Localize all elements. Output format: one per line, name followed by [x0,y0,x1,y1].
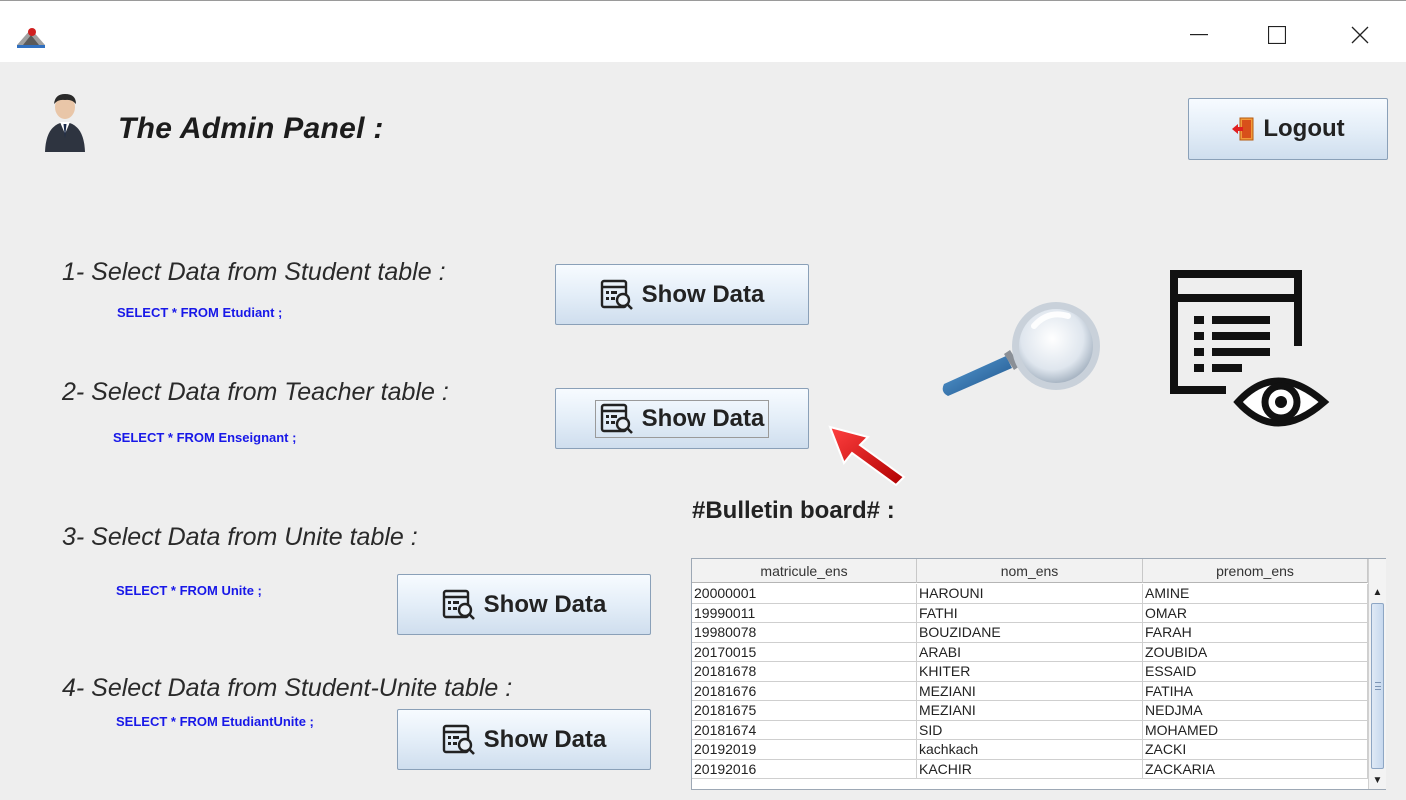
red-pointer-arrow-icon [828,425,906,487]
cell-nom: MEZIANI [917,701,1143,720]
bulletin-board-title: #Bulletin board# : [692,497,895,524]
title-bar [0,0,1406,62]
table-row[interactable]: 20192019 kachkach ZACKI [692,740,1368,760]
cell-matricule: 20000001 [692,584,917,603]
table-search-icon [442,589,475,620]
table-row[interactable]: 20181678 KHITER ESSAID [692,662,1368,682]
show-data-label: Show Data [483,725,607,753]
section-1-sql: SELECT * FROM Etudiant ; [117,305,283,320]
magnifier-icon [942,302,1100,396]
cell-nom: ARABI [917,642,1143,661]
cell-nom: FATHI [917,603,1143,622]
table-row[interactable]: 20181674 SID MOHAMED [692,720,1368,740]
cell-matricule: 20181675 [692,701,917,720]
cell-nom: HAROUNI [917,584,1143,603]
cell-matricule: 20181678 [692,662,917,681]
cell-prenom: MOHAMED [1143,720,1368,739]
column-header-matricule[interactable]: matricule_ens [692,559,917,583]
cell-matricule: 20192019 [692,740,917,759]
cell-matricule: 20181674 [692,720,917,739]
cell-matricule: 19980078 [692,623,917,642]
logout-button[interactable]: Logout [1188,98,1388,160]
table-row[interactable]: 20181675 MEZIANI NEDJMA [692,701,1368,721]
column-header-prenom[interactable]: prenom_ens [1143,559,1368,583]
cell-nom: SID [917,720,1143,739]
cell-prenom: NEDJMA [1143,701,1368,720]
table-row[interactable]: 19980078 BOUZIDANE FARAH [692,623,1368,643]
cell-matricule: 20170015 [692,642,917,661]
close-icon [1351,26,1369,44]
show-data-label: Show Data [641,404,765,432]
cell-nom: MEZIANI [917,681,1143,700]
cell-prenom: ZOUBIDA [1143,642,1368,661]
section-1-label: 1- Select Data from Student table : [62,258,446,286]
table-search-icon [600,279,633,310]
table-row[interactable]: 20000001 HAROUNI AMINE [692,584,1368,604]
logout-door-icon [1232,117,1254,141]
table-row[interactable]: 19990011 FATHI OMAR [692,603,1368,623]
table-row[interactable]: 20181676 MEZIANI FATIHA [692,681,1368,701]
section-2-sql: SELECT * FROM Enseignant ; [113,430,297,445]
table-search-icon [600,403,633,434]
page-title: The Admin Panel : [118,112,384,145]
document-view-icon [1170,270,1330,427]
teacher-results-table: matricule_ens nom_ens prenom_ens 2000000… [691,558,1386,790]
maximize-icon [1268,26,1286,44]
cell-prenom: FARAH [1143,623,1368,642]
show-data-student-button[interactable]: Show Data [555,264,809,325]
table-row[interactable]: 20192016 KACHIR ZACKARIA [692,759,1368,779]
admin-avatar-icon [45,94,85,152]
cell-prenom: ZACKI [1143,740,1368,759]
cell-prenom: ZACKARIA [1143,759,1368,778]
cell-nom: BOUZIDANE [917,623,1143,642]
section-3-sql: SELECT * FROM Unite ; [116,583,262,598]
show-data-label: Show Data [483,590,607,618]
cell-matricule: 20181676 [692,681,917,700]
section-4-label: 4- Select Data from Student-Unite table … [62,674,513,702]
cell-nom: kachkach [917,740,1143,759]
show-data-label: Show Data [641,280,765,308]
cell-matricule: 19990011 [692,603,917,622]
maximize-button[interactable] [1250,15,1304,55]
cell-prenom: FATIHA [1143,681,1368,700]
cell-nom: KHITER [917,662,1143,681]
cell-matricule: 20192016 [692,759,917,778]
table-search-icon [442,724,475,755]
table-row[interactable]: 20170015 ARABI ZOUBIDA [692,642,1368,662]
column-header-nom[interactable]: nom_ens [917,559,1143,583]
show-data-unite-button[interactable]: Show Data [397,574,651,635]
table-header: matricule_ens nom_ens prenom_ens [692,559,1368,583]
section-2-label: 2- Select Data from Teacher table : [62,378,449,406]
java-app-icon [17,28,45,48]
close-button[interactable] [1333,15,1387,55]
table-body: 20000001 HAROUNI AMINE 19990011 FATHI OM… [692,584,1368,779]
minimize-button[interactable] [1172,15,1226,55]
logout-label: Logout [1263,115,1345,142]
cell-prenom: ESSAID [1143,662,1368,681]
cell-prenom: AMINE [1143,584,1368,603]
minimize-icon [1190,34,1208,36]
section-4-sql: SELECT * FROM EtudiantUnite ; [116,714,314,729]
show-data-teacher-button[interactable]: Show Data [555,388,809,449]
scroll-up-arrow-icon[interactable]: ▲ [1369,583,1386,601]
cell-nom: KACHIR [917,759,1143,778]
section-3-label: 3- Select Data from Unite table : [62,523,418,551]
scroll-down-arrow-icon[interactable]: ▼ [1369,771,1386,789]
scrollbar-grip-icon [1375,682,1381,690]
cell-prenom: OMAR [1143,603,1368,622]
table-vertical-scrollbar[interactable]: ▲ ▼ [1368,559,1386,789]
show-data-student-unite-button[interactable]: Show Data [397,709,651,770]
scrollbar-thumb[interactable] [1371,603,1384,769]
